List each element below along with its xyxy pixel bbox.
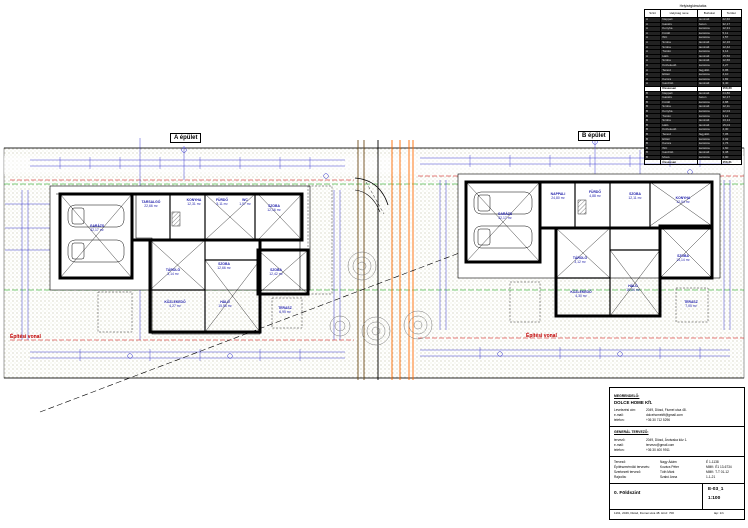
building-b-label: B épület bbox=[578, 131, 610, 141]
column-header: Szint bbox=[643, 9, 662, 18]
room-label: FÜRDŐ 5,11 m² bbox=[215, 198, 229, 206]
room-schedule-table: Szint Helyiség neve Burkolat Terület A Na… bbox=[643, 9, 742, 165]
room-label: SZOBA 12,42 m² bbox=[269, 268, 283, 276]
sheet-name: 0. Földszint bbox=[614, 491, 641, 496]
table-cell bbox=[643, 159, 662, 165]
room-label: SZOBA 13,14 m² bbox=[676, 254, 690, 262]
field-value: 1-1-21 bbox=[706, 475, 716, 479]
field-label: telefon: bbox=[614, 448, 625, 452]
column-header: Burkolat bbox=[696, 9, 722, 18]
field-value: dolcehomekft@gmail.com bbox=[646, 413, 683, 417]
project-address: 1191, 2049, Diósd, Fiumei utca 48. Hrsz:… bbox=[614, 511, 674, 515]
room-label: TERASZ 6,95 m² bbox=[278, 306, 292, 314]
room-label: WC 1,57 m² bbox=[239, 198, 251, 206]
table-cell: 150,31 bbox=[720, 159, 742, 165]
room-label: KONYHA 12,31 m² bbox=[186, 198, 202, 206]
drawing-sheet: A épület B épület Építési vonal Építési … bbox=[0, 0, 748, 528]
room-label: TERASZ 7,05 m² bbox=[684, 300, 698, 308]
room-label: FÜRDŐ 4,88 m² bbox=[588, 190, 602, 198]
sheet-scale: 1:100 bbox=[708, 496, 721, 501]
room-label: GARÁZS 32,17 m² bbox=[89, 224, 105, 232]
field-label: Építészmérnöki tervezés: bbox=[614, 465, 650, 469]
building-a-label: A épület bbox=[170, 133, 202, 143]
field-label: e-mail: bbox=[614, 443, 624, 447]
field-label: e-mail: bbox=[614, 413, 624, 417]
field-value: 2049, Diósd, Árvácska köz 1. bbox=[646, 438, 688, 442]
room-label: SZOBA 12,16 m² bbox=[267, 204, 281, 212]
room-label: NAPPALI 24,80 m² bbox=[550, 192, 566, 200]
field-label: tervező: bbox=[614, 438, 626, 442]
table-cell bbox=[696, 159, 722, 165]
field-value: MMK: T-T 01-12 bbox=[706, 470, 729, 474]
title-block: MEGRENDELŐ: DOLCE HOME Kft. Levelezési c… bbox=[609, 387, 745, 520]
building-line-label-a: Építési vonal bbox=[10, 334, 41, 340]
field-label: Szerkezeti tervező: bbox=[614, 470, 642, 474]
field-value: +36 30 400 9911 bbox=[646, 448, 670, 452]
room-label: TARSALGÓ 22,66 m² bbox=[141, 200, 161, 208]
room-label: GARÁZS 32,17 m² bbox=[497, 212, 513, 220]
room-label: SZOBA 12,11 m² bbox=[628, 192, 642, 200]
field-value: 2049, Diósd, Fiumei utca 48. bbox=[646, 408, 687, 412]
client-heading: MEGRENDELŐ: bbox=[614, 394, 640, 398]
field-label: Tervező: bbox=[614, 460, 627, 464]
room-label: HÁLÓ 15,56 m² bbox=[218, 300, 232, 308]
room-schedule-title: Helyiségkimutatás bbox=[679, 4, 707, 8]
table-total-row: Összesen 150,31 bbox=[643, 159, 742, 165]
room-schedule: Helyiségkimutatás Szint Helyiség neve Bu… bbox=[643, 4, 742, 165]
field-value: tervezo@gmail.com bbox=[646, 443, 675, 447]
room-label: KÖZLEKEDŐ 4,27 m² bbox=[164, 300, 186, 308]
building-line-label-b: Építési vonal bbox=[526, 333, 557, 339]
field-value: Nagy Ádám bbox=[660, 460, 677, 464]
field-label: Levelezési cím: bbox=[614, 408, 636, 412]
field-label: telefon: bbox=[614, 418, 625, 422]
column-header: Terület bbox=[720, 9, 742, 18]
room-label: KONYHA 12,04 m² bbox=[675, 196, 691, 204]
column-header: Helyiség neve bbox=[660, 9, 698, 18]
field-value: É 1-1138 bbox=[706, 460, 719, 464]
field-value: Szabó Anna bbox=[660, 475, 678, 479]
room-label: TÁROLÓ 3,14 m² bbox=[165, 268, 181, 276]
room-label: SZOBA 12,66 m² bbox=[217, 262, 231, 270]
field-value: +36 30 712 5296 bbox=[646, 418, 671, 422]
client-name: DOLCE HOME Kft. bbox=[614, 400, 653, 405]
field-value: MMK: É1 13-6734 bbox=[706, 465, 732, 469]
sheet-code: E-03_1 bbox=[708, 487, 724, 492]
room-label: KÖZLEKEDŐ 4,30 m² bbox=[570, 290, 592, 298]
field-label: Rajzolta: bbox=[614, 475, 627, 479]
sheet-index: lap: 1/1 bbox=[714, 511, 724, 515]
designer-heading: GENERÁL TERVEZŐ: bbox=[614, 430, 649, 434]
room-label: TÁROLÓ 3,12 m² bbox=[572, 256, 588, 264]
field-value: Kovács Péter bbox=[660, 465, 679, 469]
room-label: HÁLÓ 15,04 m² bbox=[626, 284, 640, 292]
table-header-row: Szint Helyiség neve Burkolat Terület bbox=[643, 9, 742, 18]
field-value: Tóth Márk bbox=[660, 470, 675, 474]
table-cell: Összesen bbox=[660, 159, 698, 165]
